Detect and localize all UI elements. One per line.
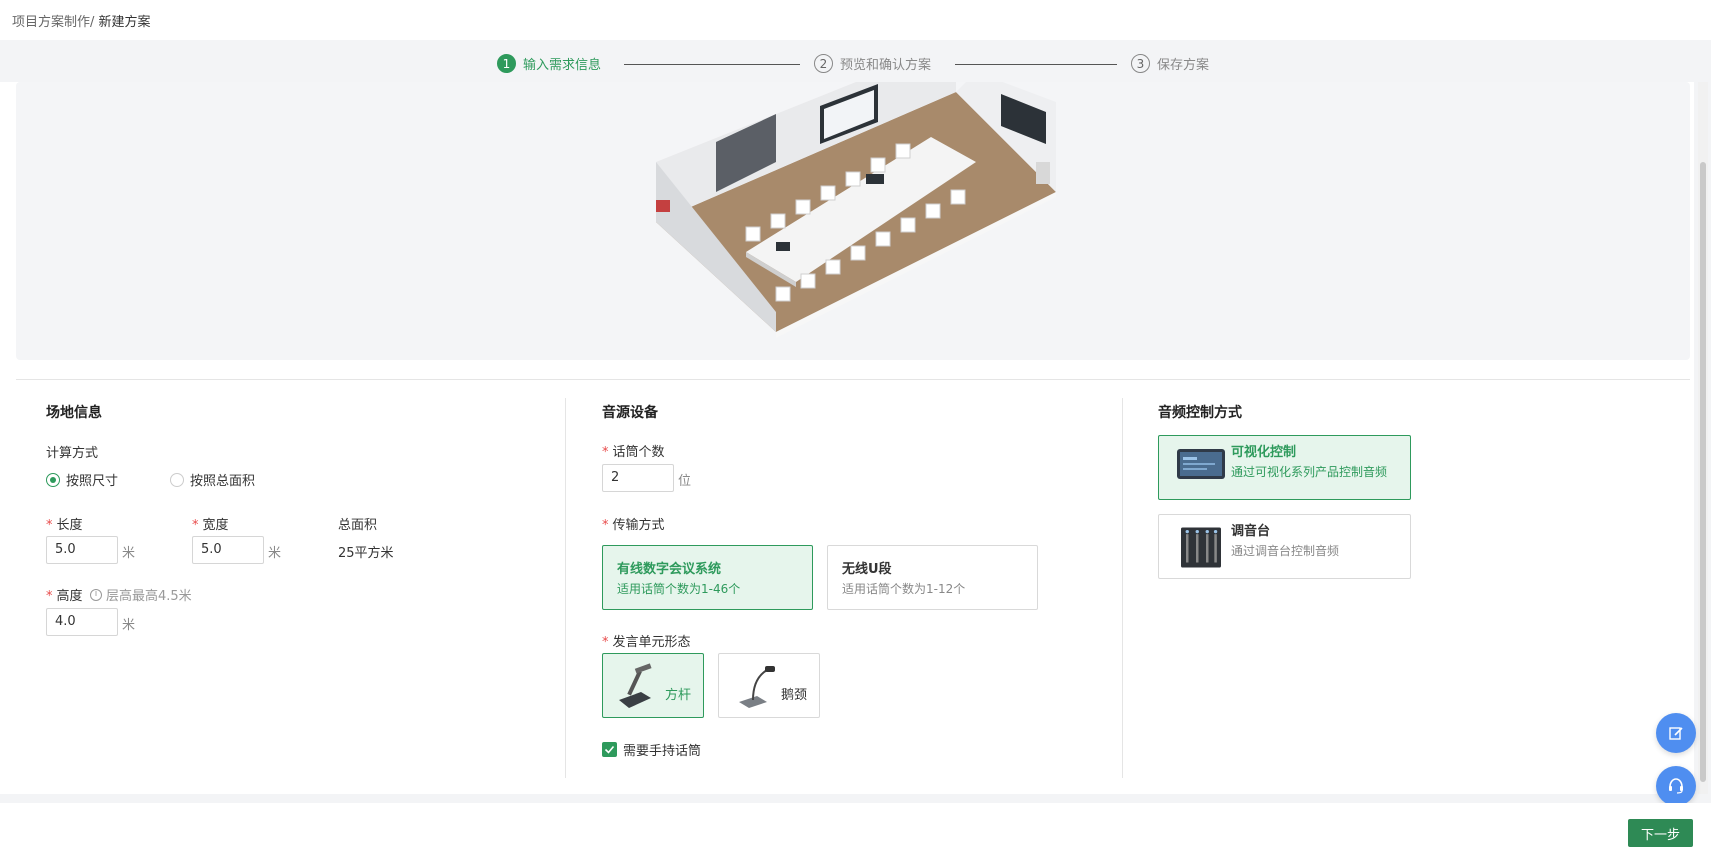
column-divider-1	[565, 398, 566, 778]
support-fab-button[interactable]	[1656, 766, 1696, 806]
step-1-label: 输入需求信息	[523, 58, 602, 73]
height-hint: i 层高最高4.5米	[90, 585, 192, 604]
info-icon: i	[90, 588, 102, 601]
height-input[interactable]: 4.0	[46, 608, 118, 636]
control-section-title: 音频控制方式	[1158, 405, 1242, 421]
footer-bar	[0, 803, 1711, 853]
edit-fab-button[interactable]	[1656, 713, 1696, 753]
visual-control-panel-icon	[1177, 449, 1225, 479]
breadcrumb-parent[interactable]: 项目方案制作/	[12, 15, 94, 30]
edit-icon	[1669, 727, 1683, 740]
radio-by-size-label: 按照尺寸	[66, 474, 119, 489]
radio-by-size-dot	[46, 472, 60, 487]
unit-form-square-pole[interactable]: 方杆	[602, 653, 704, 718]
unit-form-gooseneck[interactable]: 鹅颈	[718, 653, 820, 718]
radio-by-area-label: 按照总面积	[190, 474, 256, 489]
transport-wireless-title: 无线U段	[842, 562, 892, 577]
step-3: 3 保存方案	[1131, 54, 1209, 73]
calc-method-label: 计算方式	[46, 446, 99, 461]
step-2-number: 2	[814, 54, 833, 73]
total-area-label: 总面积	[338, 518, 378, 533]
check-icon	[602, 742, 617, 757]
meeting-room-illustration	[16, 82, 1690, 360]
transport-wireless-desc: 适用话筒个数为1-12个	[842, 582, 966, 596]
mic-count-input[interactable]: 2	[602, 464, 674, 492]
total-area-value: 25平方米	[338, 546, 394, 561]
audio-section-title: 音源设备	[602, 405, 658, 421]
gooseneck-mic-icon	[739, 666, 775, 708]
transport-label: * 传输方式	[602, 518, 665, 533]
step-1: 1 输入需求信息	[497, 54, 601, 73]
transport-wired-option[interactable]: 有线数字会议系统 适用话筒个数为1-46个	[602, 545, 813, 610]
unit-form-label: * 发言单元形态	[602, 635, 691, 650]
step-2: 2 预览和确认方案	[814, 54, 931, 73]
control-mixer-desc: 通过调音台控制音频	[1231, 544, 1340, 558]
unit-form-square-pole-label: 方杆	[664, 688, 691, 703]
section-divider	[16, 379, 1690, 380]
height-unit: 米	[122, 618, 136, 633]
mic-count-label: * 话筒个数	[602, 445, 665, 460]
transport-wired-desc: 适用话筒个数为1-46个	[617, 582, 741, 596]
width-unit: 米	[268, 546, 282, 561]
radio-by-size[interactable]: 按照尺寸	[46, 470, 118, 489]
step-connector-2	[955, 64, 1117, 65]
length-unit: 米	[122, 546, 136, 561]
step-3-label: 保存方案	[1157, 58, 1210, 73]
next-step-button[interactable]: 下一步	[1628, 819, 1693, 847]
mixer-icon	[1181, 527, 1221, 568]
step-1-number: 1	[497, 54, 516, 73]
top-bar: 项目方案制作/ 新建方案	[0, 0, 1711, 40]
control-mixer-title: 调音台	[1231, 524, 1271, 539]
length-input[interactable]: 5.0	[46, 536, 118, 564]
breadcrumb-current: 新建方案	[94, 15, 151, 30]
control-visual-desc: 通过可视化系列产品控制音频	[1231, 465, 1388, 479]
control-visual-title: 可视化控制	[1231, 445, 1297, 460]
venue-section-title: 场地信息	[46, 405, 102, 421]
square-pole-mic-icon	[619, 663, 652, 708]
transport-wired-title: 有线数字会议系统	[617, 562, 722, 577]
headset-icon	[1669, 778, 1683, 794]
radio-by-area-dot	[170, 472, 184, 487]
step-2-label: 预览和确认方案	[840, 58, 932, 73]
transport-wireless-option[interactable]: 无线U段 适用话筒个数为1-12个	[827, 545, 1038, 610]
width-label: * 宽度	[192, 518, 229, 533]
scrollbar[interactable]	[1698, 82, 1708, 794]
scrollbar-thumb[interactable]	[1700, 162, 1706, 782]
unit-form-gooseneck-label: 鹅颈	[780, 688, 807, 703]
radio-by-area[interactable]: 按照总面积	[170, 470, 255, 489]
height-label: * 高度	[46, 589, 83, 604]
length-label: * 长度	[46, 518, 83, 533]
meeting-room-image	[656, 82, 1056, 338]
page: 项目方案制作/ 新建方案 1 输入需求信息 2 预览和确认方案 3 保存方案 场…	[0, 0, 1711, 853]
column-divider-2	[1122, 398, 1123, 778]
height-hint-text: 层高最高4.5米	[106, 589, 192, 604]
handheld-mic-label: 需要手持话筒	[623, 744, 702, 759]
step-connector-1	[624, 64, 800, 65]
control-visual-option[interactable]: 可视化控制 通过可视化系列产品控制音频	[1158, 435, 1411, 500]
step-3-number: 3	[1131, 54, 1150, 73]
breadcrumb: 项目方案制作/ 新建方案	[12, 11, 151, 30]
width-input[interactable]: 5.0	[192, 536, 264, 564]
mic-count-unit: 位	[678, 474, 692, 489]
control-mixer-option[interactable]: 调音台 通过调音台控制音频	[1158, 514, 1411, 579]
handheld-mic-checkbox[interactable]: 需要手持话筒	[602, 740, 701, 759]
